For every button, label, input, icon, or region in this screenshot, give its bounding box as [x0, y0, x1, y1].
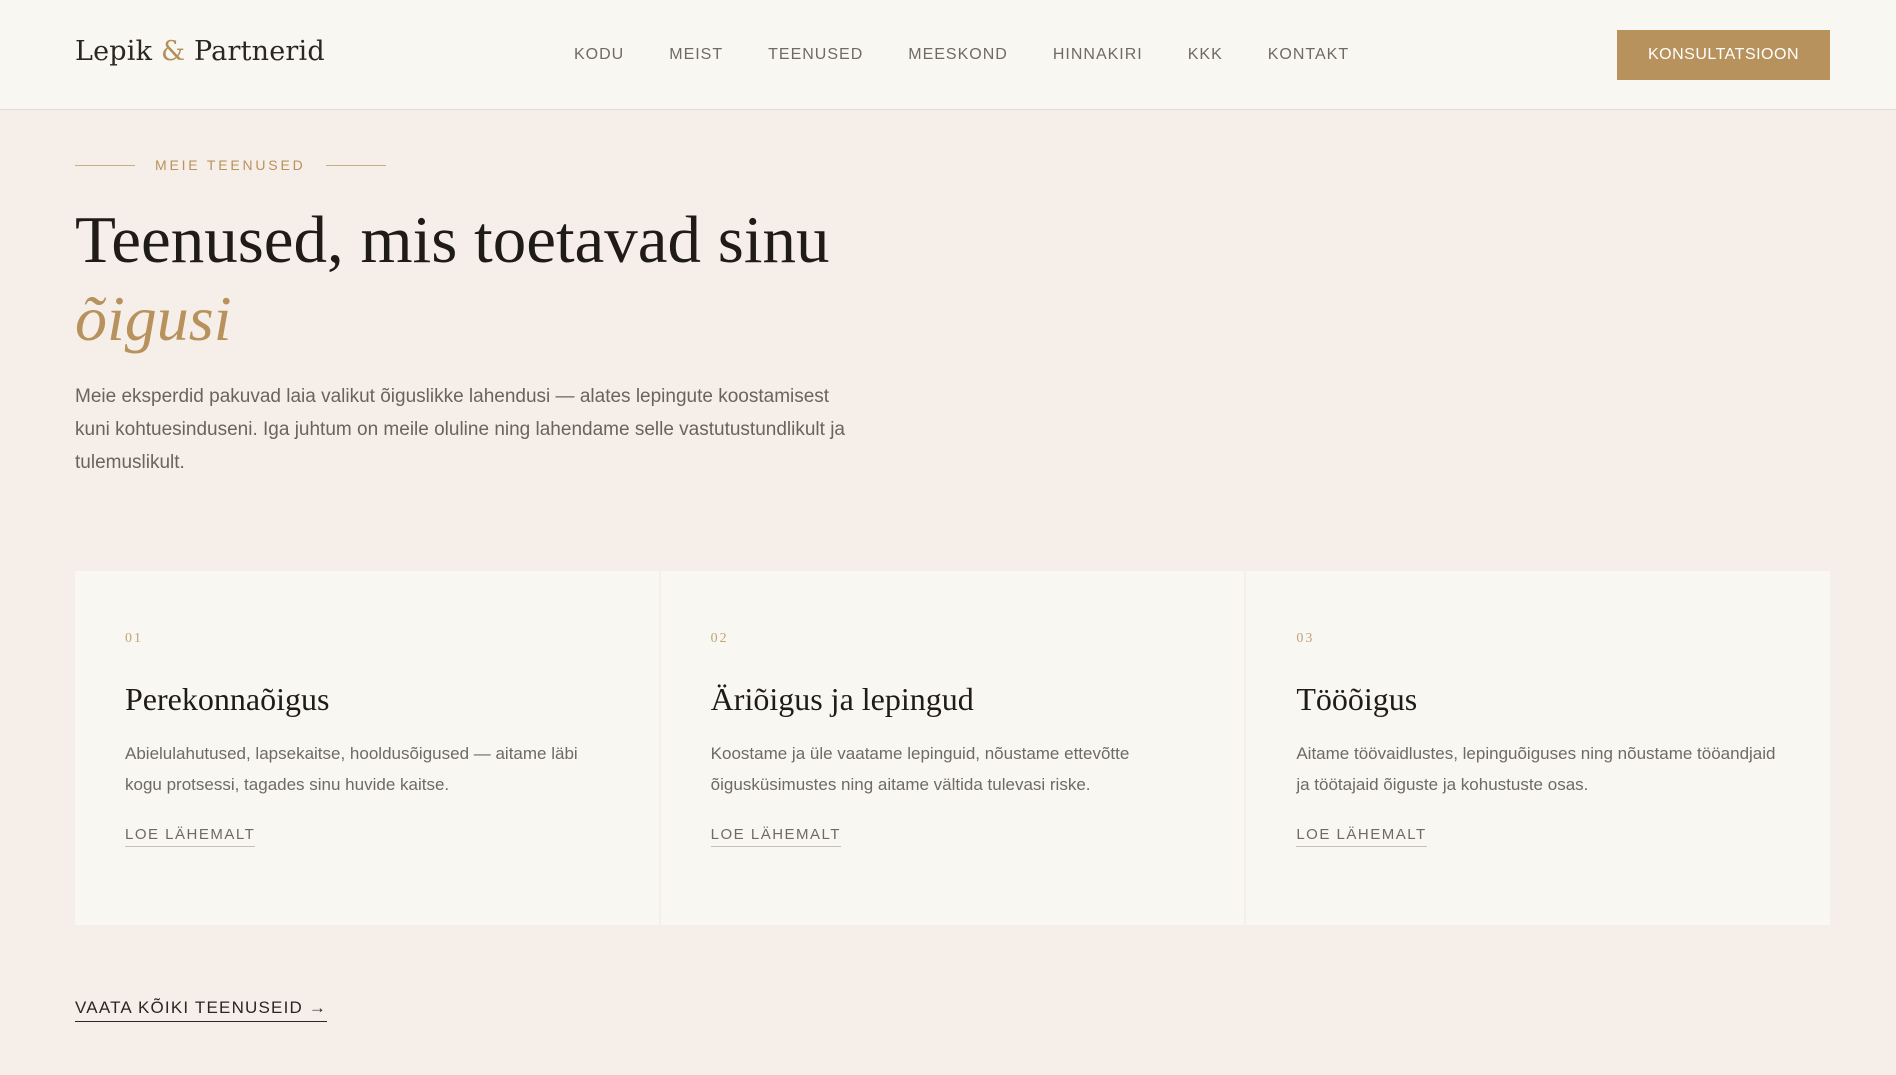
nav-link-meeskond[interactable]: MEESKOND: [908, 46, 1008, 64]
service-card-labour-law: 03 Tööõigus Aitame töövaidlustes, leping…: [1246, 571, 1831, 925]
eyebrow-label: MEIE TEENUSED: [155, 157, 306, 173]
page-headline-accent: õigusi: [75, 283, 232, 354]
nav-link-teenused[interactable]: TEENUSED: [768, 46, 863, 64]
page-headline: Teenused, mis toetavad sinu: [75, 203, 830, 277]
view-all-services-link[interactable]: VAATA KÕIKI TEENUSEID →: [75, 998, 328, 1022]
nav-link-kontakt[interactable]: KONTAKT: [1268, 46, 1349, 64]
service-number: 02: [710, 631, 729, 646]
logo-text-right: Partnerid: [194, 36, 325, 67]
service-number: 03: [1296, 631, 1315, 646]
service-description: Koostame ja üle vaatame lepinguid, nõust…: [710, 744, 1130, 794]
nav-link-kkk[interactable]: KKK: [1188, 46, 1223, 64]
eyebrow-line-left: [75, 164, 135, 166]
service-description: Aitame töövaidlustes, lepinguõiguses nin…: [1296, 744, 1776, 794]
service-card-family-law: 01 Perekonnaõigus Abielulahutused, lapse…: [75, 571, 659, 925]
nav-link-kodu[interactable]: KODU: [574, 46, 624, 64]
service-card-business-law: 02 Äriõigus ja lepingud Koostame ja üle …: [660, 571, 1245, 925]
read-more-link[interactable]: LOE LÄHEMALT: [125, 826, 256, 847]
service-title: Tööõigus: [1296, 681, 1418, 717]
read-more-link[interactable]: LOE LÄHEMALT: [1296, 826, 1427, 847]
eyebrow-line-right: [325, 164, 386, 166]
service-title: Äriõigus ja lepingud: [710, 681, 974, 717]
service-title: Perekonnaõigus: [125, 681, 330, 717]
services-cards: 01 Perekonnaõigus Abielulahutused, lapse…: [75, 571, 1831, 925]
nav-link-hinnakiri[interactable]: HINNAKIRI: [1053, 46, 1143, 64]
service-description: Abielulahutused, lapsekaitse, hooldusõig…: [125, 744, 578, 794]
intro-paragraph: Meie eksperdid pakuvad laia valikut õigu…: [75, 386, 845, 473]
consultation-button[interactable]: KONSULTATSIOON: [1617, 30, 1830, 80]
logo[interactable]: Lepik & Partnerid: [75, 36, 325, 67]
service-number: 01: [125, 631, 143, 646]
logo-text-left: Lepik: [75, 36, 153, 67]
nav-link-meist[interactable]: MEIST: [669, 46, 723, 64]
site-header: Lepik & Partnerid KODU MEIST TEENUSED ME…: [0, 0, 1896, 110]
read-more-link[interactable]: LOE LÄHEMALT: [710, 826, 841, 847]
main-nav: KODU MEIST TEENUSED MEESKOND HINNAKIRI K…: [574, 46, 1394, 64]
logo-ampersand: &: [161, 36, 186, 67]
section-eyebrow: MEIE TEENUSED: [75, 157, 386, 173]
